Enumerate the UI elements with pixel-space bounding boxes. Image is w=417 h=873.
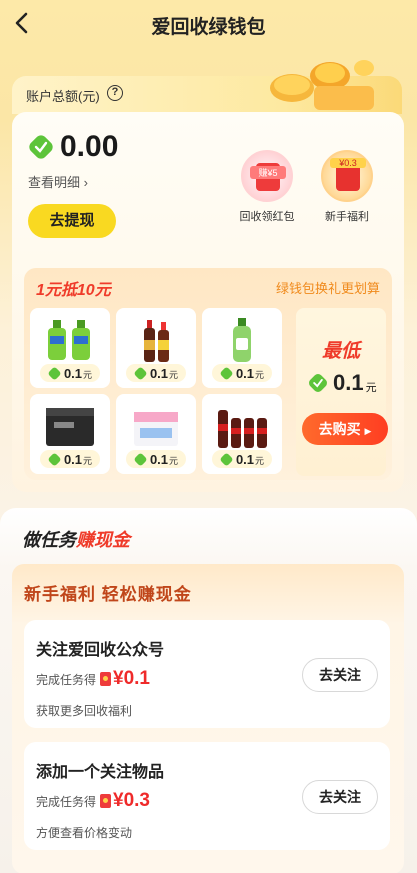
lowest-price: 0.1 — [333, 370, 364, 395]
reward-amount: ¥0.3 — [113, 790, 150, 811]
wallet-card: 0.00 查看明细 › 去提现 赚¥5 回收领红包 ¥0.3 新手福利 1元抵1… — [12, 112, 404, 492]
newbie-task-box: 新手福利 轻松赚现金 关注爱回收公众号 完成任务得 ¥0.1 获取更多回收福利 … — [12, 564, 404, 873]
chevron-right-icon: › — [83, 175, 88, 190]
product-card[interactable]: 0.1 元 — [202, 394, 282, 474]
tasks-title-b: 赚现金 — [76, 530, 130, 550]
product-unit: 元 — [83, 370, 93, 380]
green-gem-icon — [220, 367, 233, 379]
red-envelope-icon — [100, 794, 112, 808]
green-gem-icon — [29, 135, 53, 159]
task-box-title: 新手福利 轻松赚现金 — [24, 585, 192, 604]
recycle-bonus-button[interactable]: 赚¥5 回收领红包 — [232, 150, 302, 224]
view-detail-text: 查看明细 — [28, 175, 81, 190]
reward-prefix: 完成任务得 — [36, 672, 97, 687]
product-unit: 元 — [255, 370, 265, 380]
nav-bar: 爱回收绿钱包 — [0, 0, 417, 48]
buy-button[interactable]: 去购买 ▶ — [302, 413, 388, 445]
task-name: 关注爱回收公众号 — [36, 642, 165, 659]
task-item: 添加一个关注物品 完成任务得 ¥0.3 方便查看价格变动 去关注 — [24, 742, 390, 850]
lowest-price-row: 0.1 元 — [308, 370, 377, 396]
price-tag: 0.1 元 — [126, 364, 186, 382]
task-item: 关注爱回收公众号 完成任务得 ¥0.1 获取更多回收福利 去关注 — [24, 620, 390, 728]
bonus-badge: 赚¥5 — [250, 166, 286, 179]
hand-soap-icon — [48, 320, 90, 360]
price-tag: 0.1 元 — [212, 450, 272, 468]
newbie-bonus-button[interactable]: ¥0.3 新手福利 — [312, 150, 382, 224]
page-title: 爱回收绿钱包 — [151, 17, 266, 38]
lowest-price-panel: 最低 0.1 元 去购买 ▶ — [296, 308, 388, 476]
shop-title: 1元抵10元 — [36, 282, 111, 299]
product-price: 0.1 — [63, 365, 83, 381]
product-unit: 元 — [83, 456, 93, 466]
soy-sauce-icon — [144, 320, 169, 362]
lowest-unit: 元 — [365, 381, 377, 394]
green-gem-icon — [48, 367, 61, 379]
dish-soap-icon — [233, 318, 251, 362]
follow-button[interactable]: 去关注 — [302, 780, 378, 814]
task-reward: 完成任务得 ¥0.1 — [36, 668, 150, 690]
product-unit: 元 — [169, 370, 179, 380]
account-header: 账户总额(元) ? — [12, 60, 402, 114]
green-gem-icon — [134, 367, 147, 379]
total-label: 账户总额(元) — [26, 89, 100, 104]
green-gem-icon — [309, 374, 327, 392]
task-name: 添加一个关注物品 — [36, 764, 165, 781]
product-price: 0.1 — [235, 451, 255, 467]
tasks-title-a: 做任务 — [22, 530, 76, 550]
red-envelope-icon: 赚¥5 — [241, 150, 293, 202]
red-envelope-icon: ¥0.3 — [321, 150, 373, 202]
product-unit: 元 — [255, 456, 265, 466]
buy-label: 去购买 — [318, 421, 361, 437]
tasks-section: 做任务赚现金 新手福利 轻松赚现金 关注爱回收公众号 完成任务得 ¥0.1 获取… — [0, 508, 417, 873]
bonus-badge: ¥0.3 — [330, 158, 366, 168]
follow-button[interactable]: 去关注 — [302, 658, 378, 692]
bonus-label: 回收领红包 — [239, 211, 295, 223]
withdraw-button[interactable]: 去提现 — [28, 204, 116, 238]
reward-amount: ¥0.1 — [113, 668, 150, 689]
balance-amount: 0.00 — [60, 130, 119, 163]
shop-link[interactable]: 绿钱包换礼更划算 — [276, 278, 380, 297]
tasks-section-title: 做任务赚现金 — [22, 526, 130, 552]
paper-towel-icon — [134, 412, 178, 446]
bonus-label: 新手福利 — [325, 211, 369, 223]
reward-prefix: 完成任务得 — [36, 794, 97, 809]
product-card[interactable]: 0.1 元 — [116, 308, 196, 388]
product-price: 0.1 — [149, 451, 169, 467]
red-envelope-icon — [100, 672, 112, 686]
price-tag: 0.1 元 — [126, 450, 186, 468]
product-price: 0.1 — [235, 365, 255, 381]
coins-decoration-icon — [270, 60, 374, 110]
price-tag: 0.1 元 — [40, 450, 100, 468]
green-gem-icon — [220, 453, 233, 465]
price-tag: 0.1 元 — [212, 364, 272, 382]
exchange-shop: 1元抵10元 绿钱包换礼更划算 0.1 元 0.1 元 0.1 元 0.1 元 … — [24, 268, 392, 480]
price-tag: 0.1 元 — [40, 364, 100, 382]
cola-bottles-icon — [218, 410, 267, 448]
product-price: 0.1 — [149, 365, 169, 381]
tissue-box-icon — [46, 408, 94, 446]
product-unit: 元 — [169, 456, 179, 466]
product-card[interactable]: 0.1 元 — [30, 394, 110, 474]
product-card[interactable]: 0.1 元 — [30, 308, 110, 388]
view-detail-link[interactable]: 查看明细 › — [28, 172, 88, 191]
play-arrow-icon: ▶ — [364, 426, 372, 436]
help-icon[interactable]: ? — [107, 85, 123, 101]
task-reward: 完成任务得 ¥0.3 — [36, 790, 150, 812]
task-desc: 获取更多回收福利 — [36, 704, 133, 718]
lowest-label: 最低 — [321, 341, 360, 362]
product-card[interactable]: 0.1 元 — [202, 308, 282, 388]
green-gem-icon — [48, 453, 61, 465]
balance-row: 0.00 — [28, 130, 118, 164]
product-price: 0.1 — [63, 451, 83, 467]
task-desc: 方便查看价格变动 — [36, 826, 133, 840]
product-card[interactable]: 0.1 元 — [116, 394, 196, 474]
green-gem-icon — [134, 453, 147, 465]
